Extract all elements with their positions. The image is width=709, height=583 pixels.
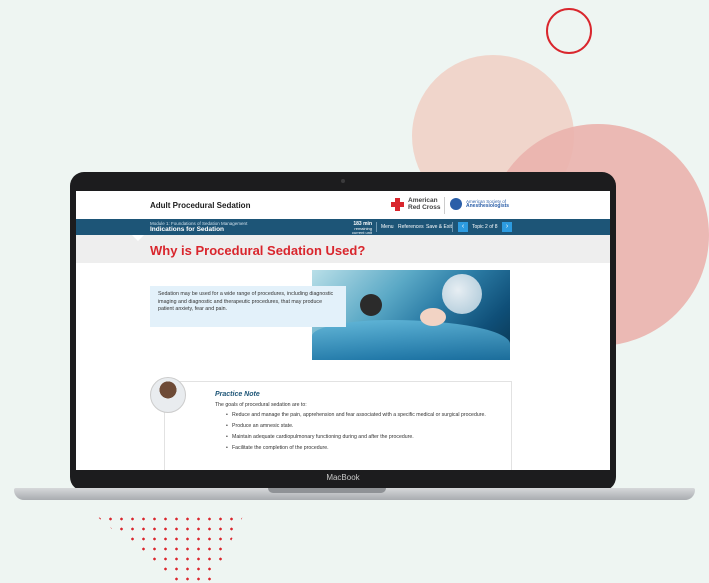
next-topic-button[interactable]: › — [502, 222, 512, 232]
doctor-avatar — [150, 377, 186, 413]
list-item: Produce an amnesic state. — [226, 422, 488, 430]
save-exit-button[interactable]: Save & Exit — [426, 224, 452, 230]
list-item: Facilitate the completion of the procedu… — [226, 444, 488, 452]
red-cross-logo-line1: American — [408, 197, 438, 204]
camera-icon — [341, 179, 345, 183]
intro-callout: Sedation may be used for a wide range of… — [150, 286, 346, 327]
course-title: Adult Procedural Sedation — [150, 201, 251, 210]
red-cross-logo: American Red Cross — [391, 197, 441, 211]
laptop-notch — [268, 488, 386, 493]
practice-note-list: Reduce and manage the pain, apprehension… — [226, 411, 488, 455]
asa-logo: American Society of Anesthesiologists — [450, 198, 509, 210]
decorative-ring — [546, 8, 592, 54]
page-title: Why is Procedural Sedation Used? — [150, 243, 366, 258]
chevron-left-icon: ‹ — [461, 223, 465, 230]
asa-emblem-icon — [450, 198, 462, 210]
laptop-chin: MacBook — [76, 470, 610, 488]
course-nav-bar: Module 1: Foundations of Sedation Manage… — [76, 219, 610, 235]
list-item: Reduce and manage the pain, apprehension… — [226, 411, 488, 419]
laptop-screen: Adult Procedural Sedation American Red C… — [76, 191, 610, 470]
previous-topic-button[interactable]: ‹ — [458, 222, 468, 232]
decorative-dot-pattern — [94, 514, 244, 583]
list-item: Maintain adequate cardiopulmonary functi… — [226, 433, 488, 441]
practice-note-intro: The goals of procedural sedation are to: — [215, 402, 307, 408]
red-cross-icon — [391, 197, 404, 211]
app-header: Adult Procedural Sedation American Red C… — [76, 191, 610, 219]
references-button[interactable]: References — [398, 224, 424, 230]
logo-divider — [444, 197, 445, 214]
nav-divider — [376, 222, 377, 232]
laptop-brand-label: MacBook — [326, 473, 360, 482]
lesson-title: Indications for Sedation — [150, 226, 225, 233]
chevron-right-icon: › — [505, 223, 509, 230]
red-cross-logo-line2: Red Cross — [408, 204, 441, 211]
menu-button[interactable]: Menu — [381, 224, 394, 230]
time-remaining: 183 min remaining current unit — [348, 222, 372, 236]
section-pointer — [132, 235, 144, 241]
asa-logo-line2: Anesthesiologists — [466, 203, 510, 209]
nav-divider — [452, 222, 453, 232]
topic-counter: Topic 2 of 8 — [472, 224, 498, 230]
practice-note-title: Practice Note — [215, 391, 260, 398]
